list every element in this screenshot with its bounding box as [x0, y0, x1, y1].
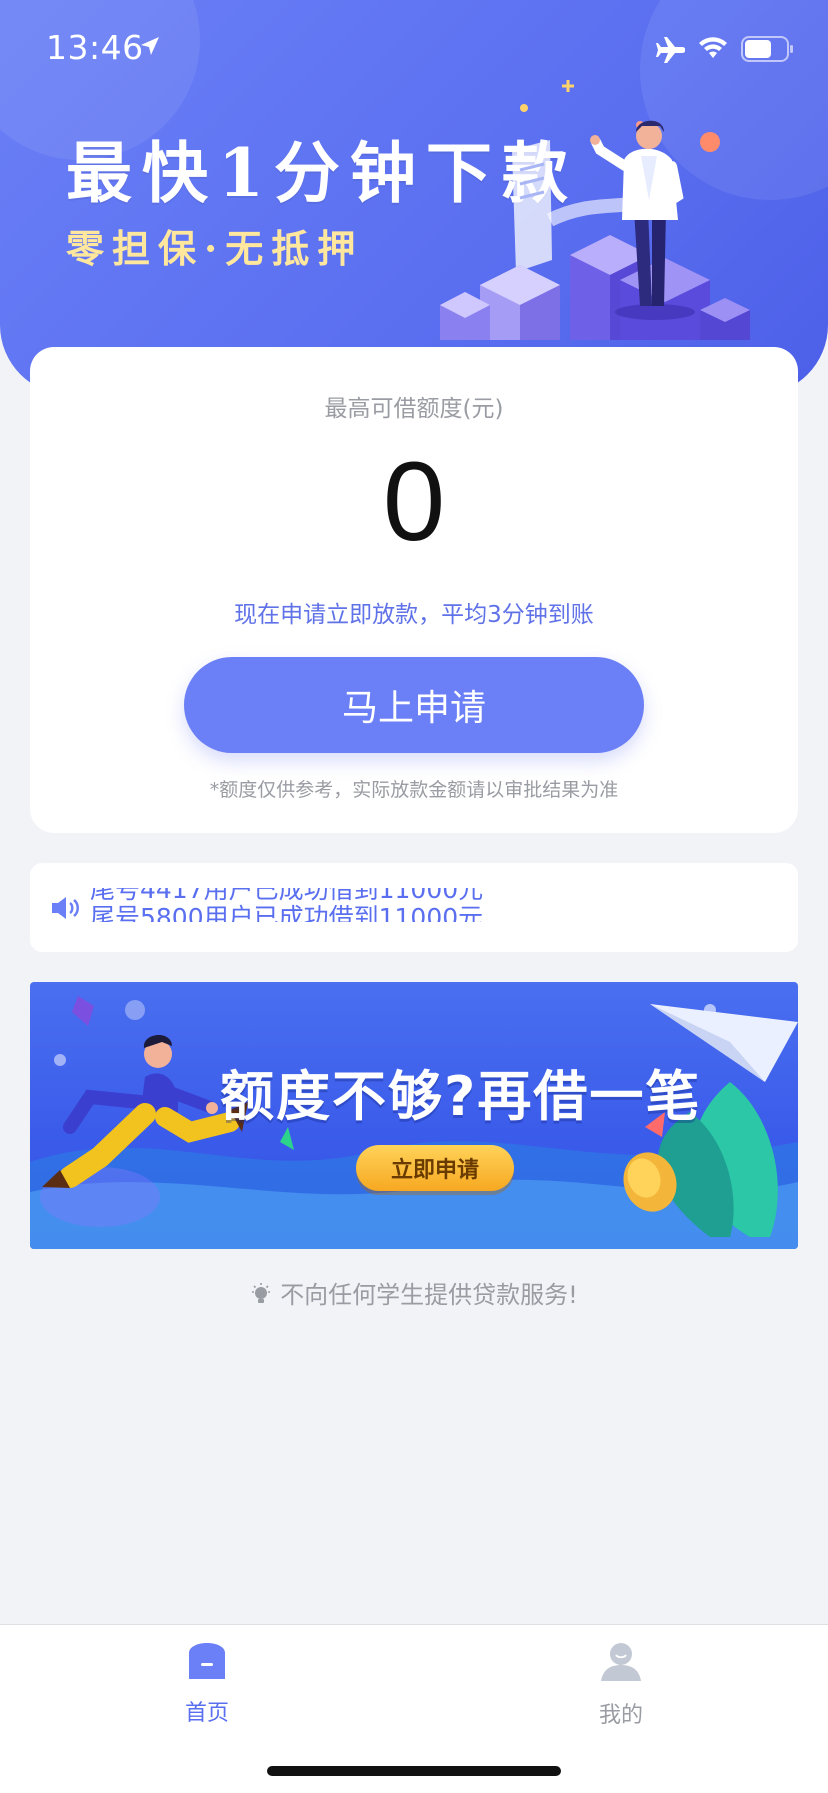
banner-title: 额度不够?再借一笔 [220, 1065, 702, 1128]
wifi-icon [699, 37, 727, 58]
tab-home-label: 首页 [184, 1701, 229, 1726]
notice-text-window: 尾号4417用户已成功借到11000元 尾号5800用户已成功借到11000元 [90, 888, 530, 922]
loan-notice-ticker: 尾号4417用户已成功借到11000元 尾号5800用户已成功借到11000元 [30, 863, 798, 952]
hero-banner: 13:46 最快1分钟下款 零担保·无抵押 [0, 0, 828, 395]
hero-subtitle: 零担保·无抵押 [66, 226, 364, 271]
airplane-icon [656, 37, 685, 63]
user-icon [601, 1643, 641, 1681]
loan-speed-note: 现在申请立即放款，平均3分钟到账 [234, 602, 594, 628]
amount-disclaimer: *额度仅供参考，实际放款金额请以审批结果为准 [209, 779, 619, 801]
notice-line: 尾号4417用户已成功借到11000元 [90, 888, 484, 904]
student-loan-tip: 不向任何学生提供贷款服务! [0, 1275, 828, 1310]
status-time: 13:46 [46, 28, 144, 67]
tab-me-label: 我的 [598, 1703, 643, 1728]
battery-icon [741, 36, 793, 62]
location-arrow-icon [141, 37, 159, 55]
credit-limit-label: 最高可借额度(元) [324, 396, 504, 422]
hero-illustration [440, 80, 750, 340]
banner-apply-button[interactable]: 立即申请 [356, 1145, 514, 1191]
notice-line: 尾号5800用户已成功借到11000元 [90, 903, 484, 922]
credit-limit-amount: 0 [382, 439, 446, 564]
home-indicator[interactable] [267, 1766, 561, 1776]
tab-me[interactable]: 我的 [541, 1641, 701, 1729]
speaker-icon [52, 897, 79, 919]
loan-card: 最高可借额度(元) 0 现在申请立即放款，平均3分钟到账 马上申请 *额度仅供参… [30, 347, 798, 833]
promo-banner[interactable]: 额度不够?再借一笔 立即申请 [30, 982, 798, 1249]
tab-home[interactable]: 首页 [127, 1641, 287, 1727]
tip-text: 不向任何学生提供贷款服务! [280, 1281, 578, 1309]
home-icon [189, 1643, 225, 1679]
lightbulb-icon [252, 1283, 271, 1303]
apply-now-button[interactable]: 马上申请 [184, 657, 644, 753]
